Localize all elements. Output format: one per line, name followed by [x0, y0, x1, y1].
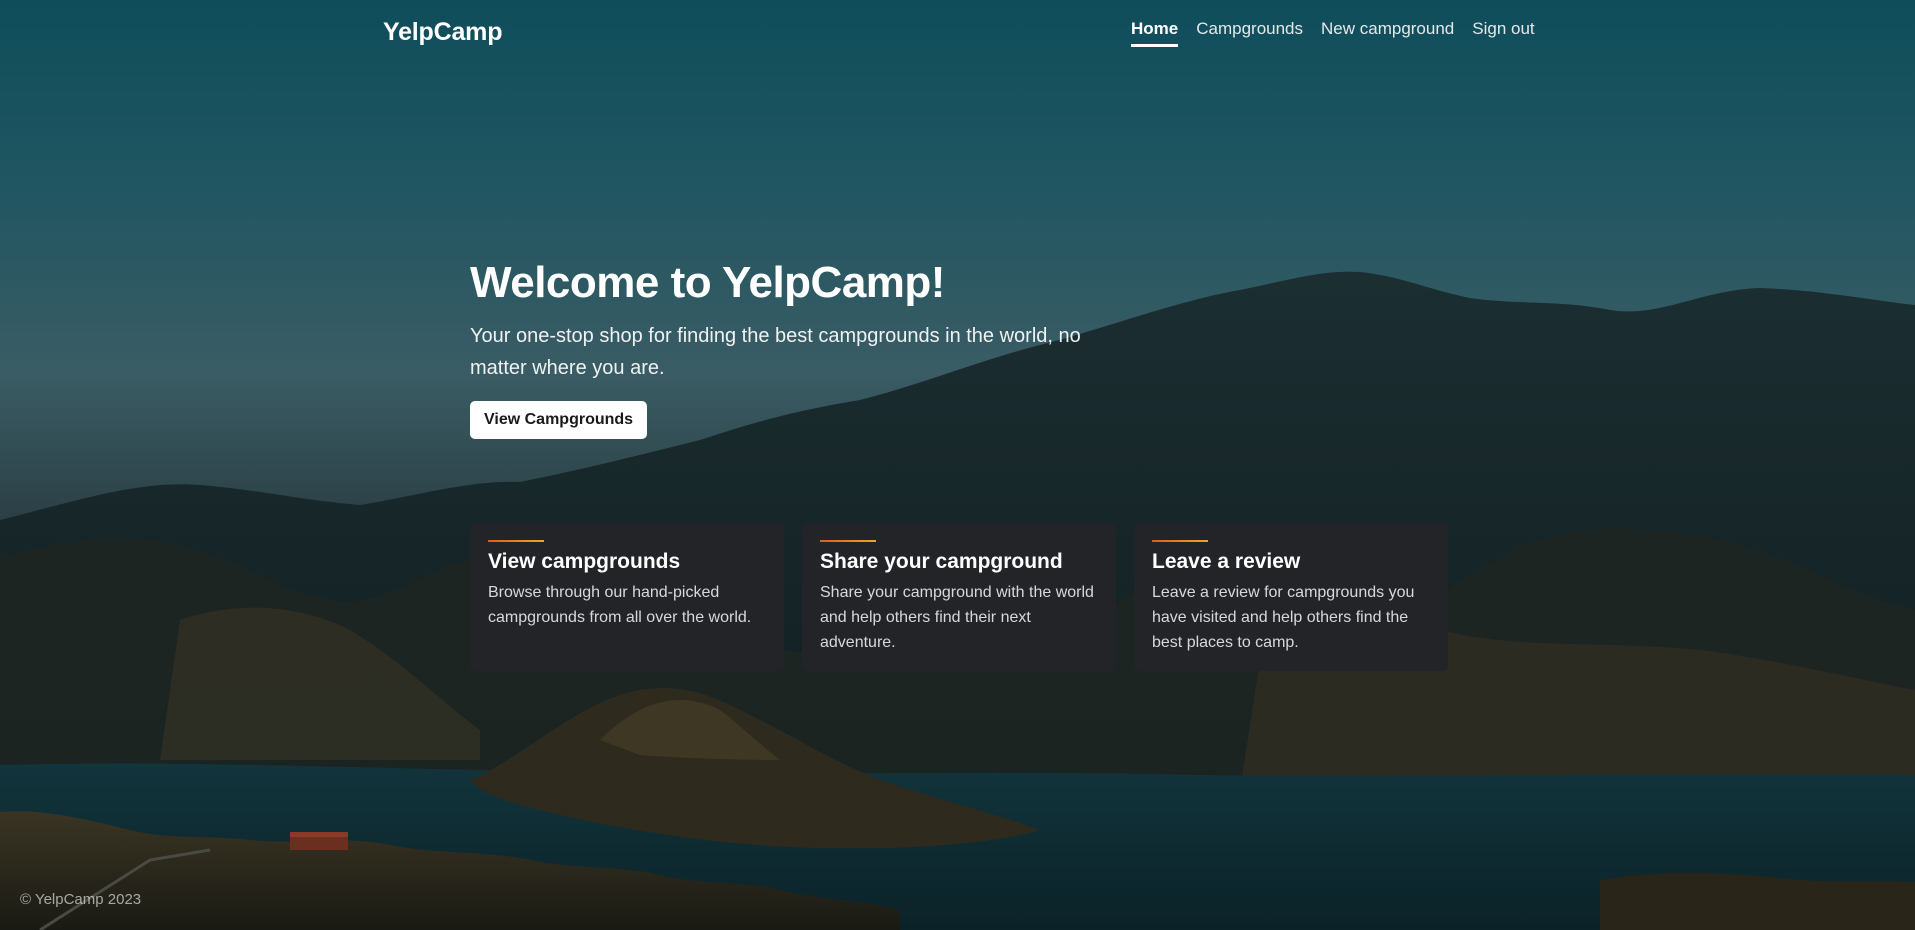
hero-subtitle: Your one-stop shop for finding the best …: [470, 325, 1081, 379]
feature-card-share-campground: Share your campground Share your campgro…: [802, 523, 1116, 671]
card-title: Leave a review: [1152, 550, 1301, 573]
nav-campgrounds-link[interactable]: Campgrounds: [1196, 19, 1303, 47]
feature-cards: View campgrounds Browse through our hand…: [470, 523, 1448, 671]
feature-card-view-campgrounds: View campgrounds Browse through our hand…: [470, 523, 784, 671]
landing-page: YelpCamp Home Campgrounds New campground…: [0, 0, 1915, 930]
feature-card-leave-review: Leave a review Leave a review for campgr…: [1134, 523, 1448, 671]
card-title: View campgrounds: [488, 550, 681, 573]
nav-home-link[interactable]: Home: [1131, 19, 1179, 47]
hero-section: Welcome to YelpCamp! Your one-stop shop …: [470, 258, 1110, 439]
card-text: Leave a review for campgrounds you have …: [1152, 584, 1415, 651]
nav-sign-out-link[interactable]: Sign out: [1472, 19, 1534, 47]
brand-logo[interactable]: YelpCamp: [383, 18, 502, 47]
card-accent-line: [488, 540, 544, 542]
footer-copyright: © YelpCamp 2023: [20, 891, 142, 908]
hero-title: Welcome to YelpCamp!: [470, 258, 945, 307]
card-accent-line: [820, 540, 876, 542]
card-text: Share your campground with the world and…: [820, 584, 1094, 651]
view-campgrounds-button[interactable]: View Campgrounds: [470, 401, 648, 439]
top-navbar: YelpCamp Home Campgrounds New campground…: [0, 0, 1915, 68]
hero-background-image: [0, 271, 1915, 930]
card-title: Share your campground: [820, 550, 1063, 573]
nav-new-campground-link[interactable]: New campground: [1321, 19, 1454, 47]
nav-links: Home Campgrounds New campground Sign out: [1131, 19, 1535, 47]
card-text: Browse through our hand-picked campgroun…: [488, 584, 752, 626]
card-accent-line: [1152, 540, 1208, 542]
